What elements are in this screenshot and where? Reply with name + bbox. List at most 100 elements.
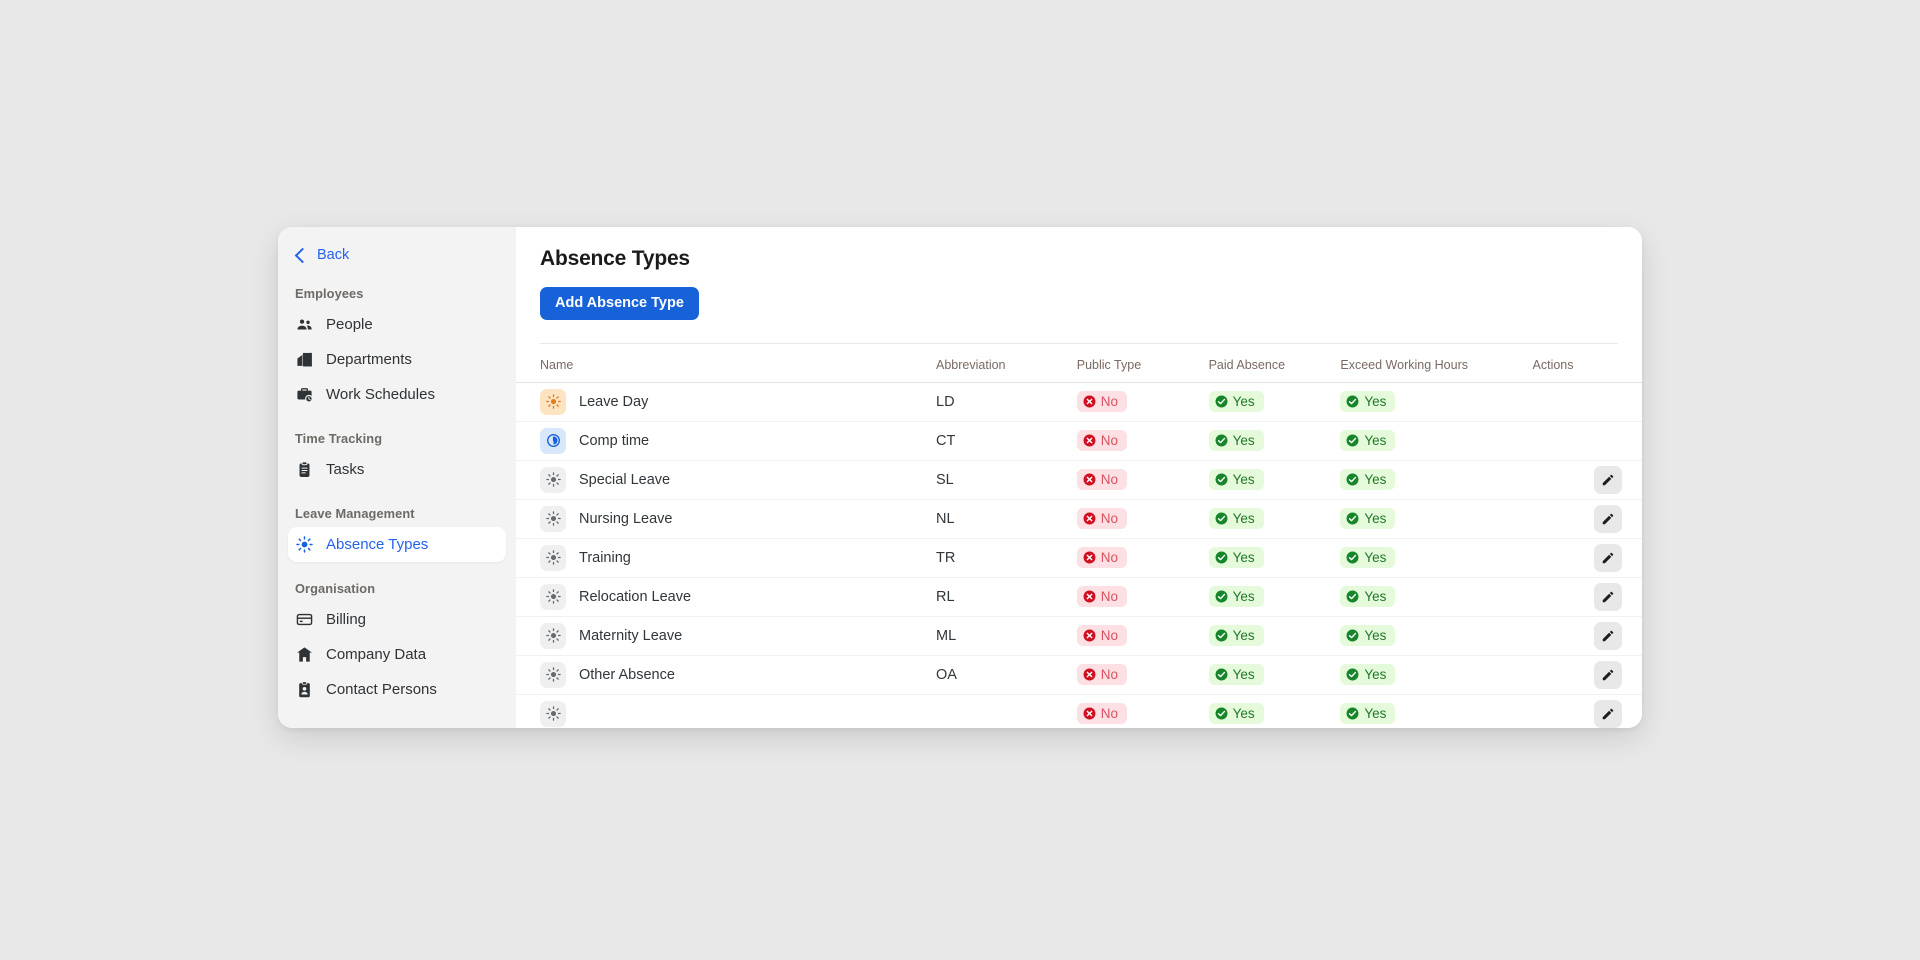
actions-placeholder [1594, 386, 1622, 414]
table-row[interactable]: Comp timeCTNoYesYes [516, 421, 1642, 460]
table-row[interactable]: TrainingTRNoYesYes [516, 538, 1642, 577]
cell-actions [1533, 655, 1642, 694]
cell-paid-absence: Yes [1209, 382, 1341, 421]
home-icon [296, 646, 313, 663]
status-badge-paid-absence: Yes [1209, 508, 1264, 530]
sun-icon [540, 467, 566, 493]
sun-icon [540, 506, 566, 532]
sidebar-item-label: Contact Persons [326, 681, 437, 698]
cell-name [516, 694, 936, 728]
back-link[interactable]: Back [278, 243, 516, 267]
cell-abbreviation: TR [936, 538, 1077, 577]
check-circle-icon [1215, 512, 1228, 525]
column-header-paid-absence[interactable]: Paid Absence [1209, 344, 1341, 383]
status-badge-public-type: No [1077, 430, 1127, 452]
cell-actions [1533, 460, 1642, 499]
cell-actions [1533, 616, 1642, 655]
credit-card-icon [296, 611, 313, 628]
cell-actions [1533, 538, 1642, 577]
sidebar-item-company-data[interactable]: Company Data [288, 637, 506, 672]
sidebar-item-people[interactable]: People [288, 307, 506, 342]
edit-row-button[interactable] [1594, 544, 1622, 572]
check-circle-icon [1346, 590, 1359, 603]
check-circle-icon [1346, 668, 1359, 681]
status-badge-public-type: No [1077, 664, 1127, 686]
status-badge-exceed-working-hours: Yes [1340, 703, 1395, 725]
cell-name: Maternity Leave [516, 616, 936, 655]
status-badge-exceed-working-hours: Yes [1340, 391, 1395, 413]
status-badge-exceed-working-hours: Yes [1340, 664, 1395, 686]
edit-row-button[interactable] [1594, 583, 1622, 611]
sun-icon [540, 389, 566, 415]
status-badge-paid-absence: Yes [1209, 586, 1264, 608]
table-row[interactable]: Nursing LeaveNLNoYesYes [516, 499, 1642, 538]
sidebar-item-absence-types[interactable]: Absence Types [288, 527, 506, 562]
status-badge-label: Yes [1364, 629, 1386, 643]
contact-card-icon [296, 681, 313, 698]
absence-type-name: Relocation Leave [579, 589, 691, 605]
status-badge-label: Yes [1364, 590, 1386, 604]
table-row[interactable]: Other AbsenceOANoYesYes [516, 655, 1642, 694]
cell-actions [1533, 382, 1642, 421]
x-circle-icon [1083, 590, 1096, 603]
status-badge-exceed-working-hours: Yes [1340, 625, 1395, 647]
sidebar-item-departments[interactable]: Departments [288, 342, 506, 377]
status-badge-label: No [1101, 512, 1118, 526]
edit-row-button[interactable] [1594, 622, 1622, 650]
application-card: Back EmployeesPeopleDepartmentsWork Sche… [278, 227, 1642, 728]
edit-row-button[interactable] [1594, 661, 1622, 689]
sidebar-group-label: Leave Management [278, 506, 516, 521]
clipboard-icon [296, 461, 313, 478]
cell-exceed-working-hours: Yes [1340, 499, 1532, 538]
table-row[interactable]: NoYesYes [516, 694, 1642, 728]
sun-icon [540, 584, 566, 610]
sun-icon [540, 701, 566, 727]
sidebar-item-label: People [326, 316, 373, 333]
column-header-actions: Actions [1533, 344, 1642, 383]
cell-exceed-working-hours: Yes [1340, 694, 1532, 728]
check-circle-icon [1346, 434, 1359, 447]
status-badge-label: Yes [1364, 512, 1386, 526]
column-header-name[interactable]: Name [516, 344, 936, 383]
x-circle-icon [1083, 434, 1096, 447]
sidebar-item-contact-persons[interactable]: Contact Persons [288, 672, 506, 707]
absence-type-name: Comp time [579, 433, 649, 449]
status-badge-exceed-working-hours: Yes [1340, 430, 1395, 452]
x-circle-icon [1083, 707, 1096, 720]
status-badge-label: Yes [1364, 473, 1386, 487]
column-header-abbreviation[interactable]: Abbreviation [936, 344, 1077, 383]
status-badge-paid-absence: Yes [1209, 703, 1264, 725]
sidebar-item-label: Company Data [326, 646, 426, 663]
table-row[interactable]: Special LeaveSLNoYesYes [516, 460, 1642, 499]
pencil-icon [1601, 590, 1615, 604]
x-circle-icon [1083, 473, 1096, 486]
add-absence-type-button[interactable]: Add Absence Type [540, 287, 699, 320]
status-badge-label: Yes [1364, 668, 1386, 682]
edit-row-button[interactable] [1594, 466, 1622, 494]
status-badge-label: Yes [1233, 512, 1255, 526]
status-badge-label: Yes [1233, 590, 1255, 604]
status-badge-public-type: No [1077, 469, 1127, 491]
cell-paid-absence: Yes [1209, 538, 1341, 577]
column-header-exceed-working-hours[interactable]: Exceed Working Hours [1340, 344, 1532, 383]
pencil-icon [1601, 473, 1615, 487]
column-header-public-type[interactable]: Public Type [1077, 344, 1209, 383]
cell-abbreviation: RL [936, 577, 1077, 616]
edit-row-button[interactable] [1594, 505, 1622, 533]
x-circle-icon [1083, 512, 1096, 525]
sidebar-item-label: Tasks [326, 461, 364, 478]
table-row[interactable]: Leave DayLDNoYesYes [516, 382, 1642, 421]
pencil-icon [1601, 629, 1615, 643]
sidebar-item-work-schedules[interactable]: Work Schedules [288, 377, 506, 412]
edit-row-button[interactable] [1594, 700, 1622, 728]
status-badge-paid-absence: Yes [1209, 391, 1264, 413]
check-circle-icon [1215, 434, 1228, 447]
sidebar-item-billing[interactable]: Billing [288, 602, 506, 637]
table-row[interactable]: Relocation LeaveRLNoYesYes [516, 577, 1642, 616]
status-badge-paid-absence: Yes [1209, 547, 1264, 569]
sidebar-item-tasks[interactable]: Tasks [288, 452, 506, 487]
status-badge-paid-absence: Yes [1209, 469, 1264, 491]
status-badge-public-type: No [1077, 391, 1127, 413]
check-circle-icon [1215, 707, 1228, 720]
table-row[interactable]: Maternity LeaveMLNoYesYes [516, 616, 1642, 655]
